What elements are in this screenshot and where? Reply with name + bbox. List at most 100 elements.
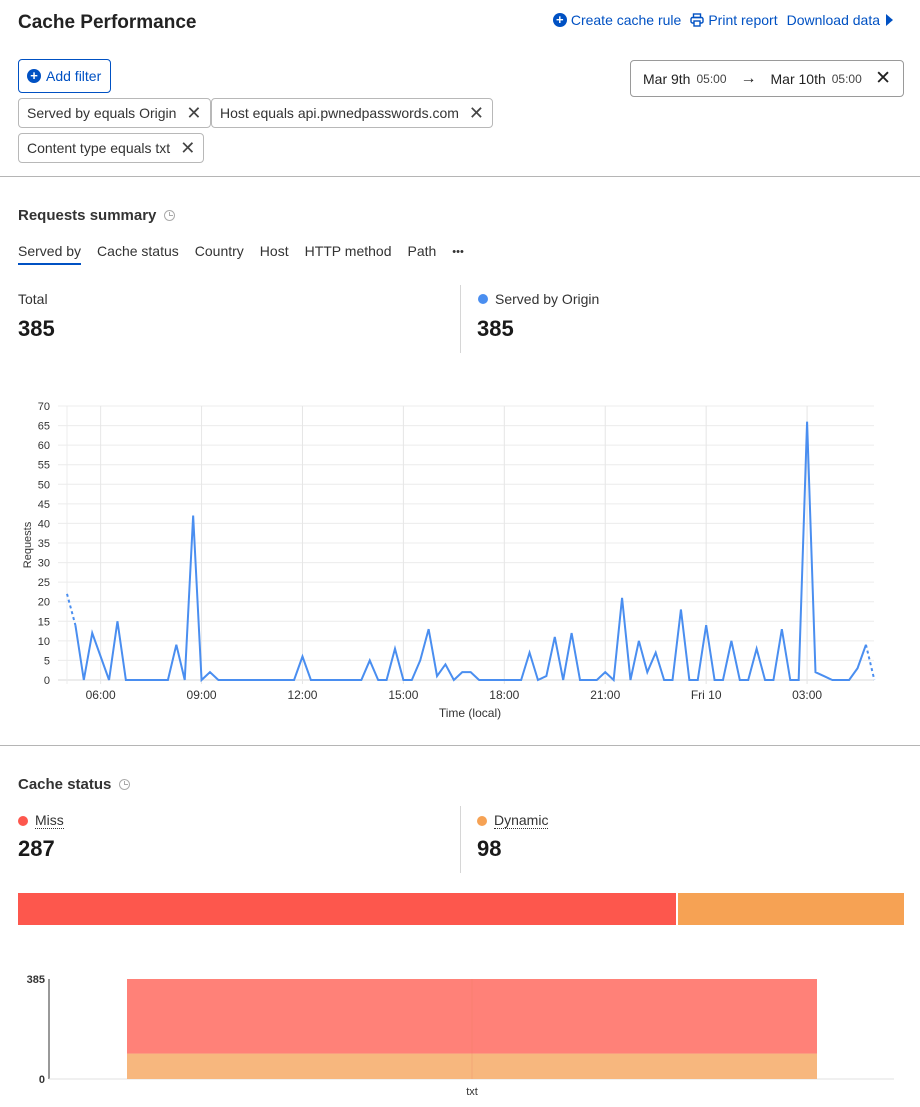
tab-cache-status[interactable]: Cache status: [97, 243, 179, 265]
data-point[interactable]: [350, 677, 356, 683]
tab-country[interactable]: Country: [195, 243, 244, 265]
data-point[interactable]: [695, 677, 701, 683]
data-point[interactable]: [140, 677, 146, 683]
data-point[interactable]: [148, 677, 154, 683]
data-point[interactable]: [720, 677, 726, 683]
data-point[interactable]: [123, 677, 129, 683]
data-point[interactable]: [829, 677, 835, 683]
data-point[interactable]: [232, 677, 238, 683]
data-point[interactable]: [594, 677, 600, 683]
data-point[interactable]: [426, 626, 432, 632]
data-point[interactable]: [501, 677, 507, 683]
tab-http-method[interactable]: HTTP method: [305, 243, 392, 265]
miss-label[interactable]: Miss: [35, 812, 64, 829]
data-point[interactable]: [241, 677, 247, 683]
data-point[interactable]: [98, 654, 104, 660]
close-icon[interactable]: ✕: [180, 139, 195, 157]
add-filter-button[interactable]: + Add filter: [18, 59, 111, 93]
data-point[interactable]: [299, 654, 305, 660]
data-point[interactable]: [451, 677, 457, 683]
close-icon[interactable]: ✕: [186, 104, 201, 122]
data-point[interactable]: [274, 677, 280, 683]
data-point[interactable]: [619, 595, 625, 601]
data-point[interactable]: [266, 677, 272, 683]
data-point[interactable]: [678, 607, 684, 613]
tab-served-by[interactable]: Served by: [18, 243, 82, 265]
data-point[interactable]: [434, 673, 440, 679]
data-point[interactable]: [215, 677, 221, 683]
data-point[interactable]: [375, 677, 381, 683]
data-point[interactable]: [812, 669, 818, 675]
create-cache-rule-link[interactable]: + Create cache rule: [552, 12, 681, 28]
data-point[interactable]: [846, 677, 852, 683]
data-point[interactable]: [636, 638, 642, 644]
data-point[interactable]: [257, 677, 263, 683]
print-report-link[interactable]: Print report: [690, 12, 778, 28]
data-point[interactable]: [182, 677, 188, 683]
data-point[interactable]: [703, 622, 709, 628]
data-point[interactable]: [409, 677, 415, 683]
data-point[interactable]: [325, 677, 331, 683]
date-range-picker[interactable]: Mar 9th 05:00 → Mar 10th 05:00 ✕: [630, 60, 904, 97]
data-point[interactable]: [838, 677, 844, 683]
data-point[interactable]: [468, 669, 474, 675]
data-point[interactable]: [779, 626, 785, 632]
data-point[interactable]: [653, 650, 659, 656]
data-point[interactable]: [762, 677, 768, 683]
data-point[interactable]: [392, 646, 398, 652]
data-point[interactable]: [384, 677, 390, 683]
data-point[interactable]: [459, 669, 465, 675]
data-point[interactable]: [728, 638, 734, 644]
data-point[interactable]: [686, 677, 692, 683]
data-point[interactable]: [569, 630, 575, 636]
data-point[interactable]: [821, 673, 827, 679]
data-point[interactable]: [173, 642, 179, 648]
data-point[interactable]: [627, 677, 633, 683]
data-point[interactable]: [754, 646, 760, 652]
data-point[interactable]: [190, 513, 196, 519]
data-point[interactable]: [400, 677, 406, 683]
data-point[interactable]: [283, 677, 289, 683]
data-point[interactable]: [249, 677, 255, 683]
data-point[interactable]: [712, 677, 718, 683]
proportion-segment-miss[interactable]: [18, 893, 679, 925]
data-point[interactable]: [661, 677, 667, 683]
data-point[interactable]: [518, 677, 524, 683]
data-point[interactable]: [72, 622, 78, 628]
data-point[interactable]: [855, 665, 861, 671]
data-point[interactable]: [602, 669, 608, 675]
data-point[interactable]: [442, 661, 448, 667]
dynamic-label[interactable]: Dynamic: [494, 812, 549, 829]
tab-path[interactable]: Path: [407, 243, 436, 265]
data-point[interactable]: [131, 677, 137, 683]
data-point[interactable]: [333, 677, 339, 683]
data-point[interactable]: [81, 677, 87, 683]
data-point[interactable]: [644, 669, 650, 675]
data-point[interactable]: [871, 677, 877, 683]
data-point[interactable]: [89, 630, 95, 636]
download-data-link[interactable]: Download data: [787, 12, 894, 28]
data-point[interactable]: [224, 677, 230, 683]
proportion-segment-dynamic[interactable]: [678, 893, 904, 925]
close-icon[interactable]: ✕: [469, 104, 484, 122]
data-point[interactable]: [560, 677, 566, 683]
data-point[interactable]: [476, 677, 482, 683]
data-point[interactable]: [552, 634, 558, 640]
data-point[interactable]: [527, 650, 533, 656]
data-point[interactable]: [207, 669, 213, 675]
data-point[interactable]: [165, 677, 171, 683]
more-tabs-button[interactable]: •••: [452, 243, 464, 265]
data-point[interactable]: [787, 677, 793, 683]
data-point[interactable]: [611, 677, 617, 683]
data-point[interactable]: [863, 642, 869, 648]
data-point[interactable]: [358, 677, 364, 683]
data-point[interactable]: [796, 677, 802, 683]
data-point[interactable]: [804, 419, 810, 425]
data-point[interactable]: [367, 657, 373, 663]
data-point[interactable]: [316, 677, 322, 683]
data-point[interactable]: [510, 677, 516, 683]
data-point[interactable]: [737, 677, 743, 683]
data-point[interactable]: [157, 677, 163, 683]
data-point[interactable]: [535, 677, 541, 683]
data-point[interactable]: [543, 673, 549, 679]
